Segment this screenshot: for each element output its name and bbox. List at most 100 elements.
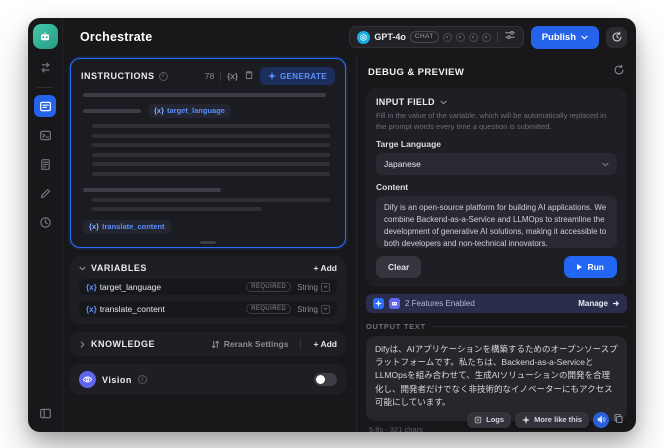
- sidebar-item-monitoring[interactable]: [34, 211, 56, 233]
- output-divider: [432, 326, 627, 327]
- vision-toggle[interactable]: [314, 373, 337, 386]
- resize-handle[interactable]: [200, 241, 216, 244]
- header-divider: [300, 339, 302, 349]
- input-field-title: INPUT FIELD: [376, 97, 435, 107]
- tool-divider: [220, 71, 222, 81]
- model-name: GPT-4o: [374, 32, 406, 42]
- vision-section: Vision i: [70, 364, 346, 395]
- chevron-right-icon[interactable]: [80, 340, 85, 348]
- refresh-icon[interactable]: [613, 63, 625, 81]
- required-badge: REQUIRED: [246, 304, 292, 314]
- variable-chip-translate-content[interactable]: {x} translate_content: [83, 219, 171, 234]
- run-label: Run: [587, 262, 604, 272]
- sidebar-item-annotation[interactable]: [34, 182, 56, 204]
- logs-button[interactable]: Logs: [467, 411, 512, 428]
- target-language-select[interactable]: Japanese: [376, 153, 617, 175]
- output-stats: 5.8s · 321 chars: [369, 424, 423, 432]
- variable-settings-icon[interactable]: [321, 282, 330, 292]
- more-like-this-button[interactable]: More like this: [515, 411, 589, 428]
- app-window: Orchestrate GPT-4o CHAT Publish INSTRUCT…: [28, 18, 636, 432]
- toggle-knob: [316, 375, 325, 384]
- chevron-down-icon: [602, 162, 609, 166]
- feature-sparkle-icon: [373, 298, 384, 309]
- manage-features-button[interactable]: Manage: [578, 299, 620, 308]
- logs-icon: [474, 416, 482, 424]
- topbar: Orchestrate GPT-4o CHAT Publish: [63, 18, 636, 56]
- variable-row[interactable]: {x} translate_content REQUIRED String: [79, 301, 337, 317]
- vision-label: Vision: [102, 374, 132, 385]
- features-enabled-text: 2 Features Enabled: [405, 299, 475, 308]
- rerank-settings-button[interactable]: Rerank Settings: [211, 339, 288, 349]
- variable-chip-target-language[interactable]: {x} target_language: [148, 103, 231, 118]
- publish-button[interactable]: Publish: [530, 25, 599, 49]
- sidebar-item-orchestrate[interactable]: [34, 95, 56, 117]
- content-textarea[interactable]: Dify is an open-source platform for buil…: [376, 196, 617, 248]
- chevron-down-icon[interactable]: [79, 266, 86, 271]
- clear-button[interactable]: Clear: [376, 256, 422, 278]
- output-text-title: OUTPUT TEXT: [366, 322, 426, 331]
- char-count: 78: [204, 71, 215, 81]
- chevron-down-icon[interactable]: [440, 100, 447, 105]
- instructions-editor[interactable]: INSTRUCTIONS i 78 {x} GENERATE {x} targe…: [70, 58, 346, 248]
- rail-divider: [37, 87, 53, 88]
- model-params-icon[interactable]: [504, 28, 516, 46]
- main-area: Orchestrate GPT-4o CHAT Publish INSTRUCT…: [63, 18, 636, 432]
- input-field-description: Fill in the value of the variable, which…: [376, 111, 607, 131]
- knowledge-title: KNOWLEDGE: [91, 339, 155, 349]
- publish-label: Publish: [541, 31, 576, 43]
- prompt-redacted-text: {x} target_language {x} translate_content: [81, 85, 335, 241]
- variable-type: String: [297, 282, 318, 292]
- variable-settings-icon[interactable]: [321, 304, 330, 314]
- sparkle-icon: [522, 415, 531, 424]
- sparkle-icon: [267, 72, 276, 80]
- run-button[interactable]: Run: [564, 256, 617, 278]
- openai-logo-icon: [357, 30, 371, 44]
- swap-model-icon[interactable]: [34, 56, 56, 78]
- variable-token: {x}: [86, 282, 97, 292]
- generate-button[interactable]: GENERATE: [259, 67, 335, 85]
- knowledge-section: KNOWLEDGE Rerank Settings + Add: [70, 332, 346, 356]
- output-text-bubble: Difyは、AIアプリケーションを構築するためのオープンソースプラットフォームで…: [366, 336, 627, 421]
- collapse-panel-icon[interactable]: [34, 402, 56, 424]
- add-variable-button[interactable]: + Add: [313, 263, 337, 273]
- variables-section: VARIABLES + Add {x} target_language REQU…: [70, 256, 346, 324]
- input-field-card: INPUT FIELD Fill in the value of the var…: [366, 88, 627, 287]
- orchestrate-pane: INSTRUCTIONS i 78 {x} GENERATE {x} targe…: [63, 56, 356, 432]
- model-mode-badge: CHAT: [409, 31, 439, 43]
- arrow-right-icon: [612, 301, 619, 306]
- text-to-speech-button[interactable]: [593, 411, 609, 428]
- model-capability-icon: [468, 32, 478, 42]
- speaker-icon: [597, 415, 605, 424]
- features-enabled-bar[interactable]: 2 Features Enabled Manage: [366, 294, 627, 313]
- variable-name: translate_content: [99, 304, 165, 314]
- selected-language: Japanese: [384, 159, 421, 169]
- sidebar-item-preview[interactable]: [34, 124, 56, 146]
- variable-type: String: [297, 304, 318, 314]
- model-capability-icon: [481, 32, 491, 42]
- variables-title: VARIABLES: [91, 263, 147, 273]
- debug-preview-title: DEBUG & PREVIEW: [368, 66, 465, 78]
- insert-variable-button[interactable]: {x}: [227, 72, 238, 81]
- sidebar-item-logs[interactable]: [34, 153, 56, 175]
- generate-label: GENERATE: [279, 71, 327, 81]
- variable-row[interactable]: {x} target_language REQUIRED String: [79, 279, 337, 295]
- variable-name: target_language: [99, 282, 162, 292]
- app-logo-robot-icon[interactable]: [32, 24, 58, 49]
- required-badge: REQUIRED: [246, 282, 292, 292]
- info-icon: i: [158, 71, 168, 81]
- page-title: Orchestrate: [80, 30, 153, 44]
- copy-prompt-icon[interactable]: [244, 67, 254, 85]
- rerank-icon: [211, 340, 219, 348]
- feature-agent-icon: [389, 298, 400, 309]
- model-selector[interactable]: GPT-4o CHAT: [349, 26, 524, 48]
- vision-eye-icon: [79, 371, 96, 388]
- variable-token: {x}: [86, 304, 97, 314]
- info-icon: i: [137, 375, 147, 384]
- add-knowledge-button[interactable]: + Add: [313, 339, 337, 349]
- play-icon: [577, 264, 583, 270]
- chevron-down-icon: [581, 35, 588, 39]
- copy-output-icon[interactable]: [613, 412, 624, 427]
- debug-preview-pane: DEBUG & PREVIEW INPUT FIELD Fill in the …: [356, 56, 636, 432]
- content-label: Content: [376, 182, 409, 192]
- version-history-icon[interactable]: [606, 26, 627, 48]
